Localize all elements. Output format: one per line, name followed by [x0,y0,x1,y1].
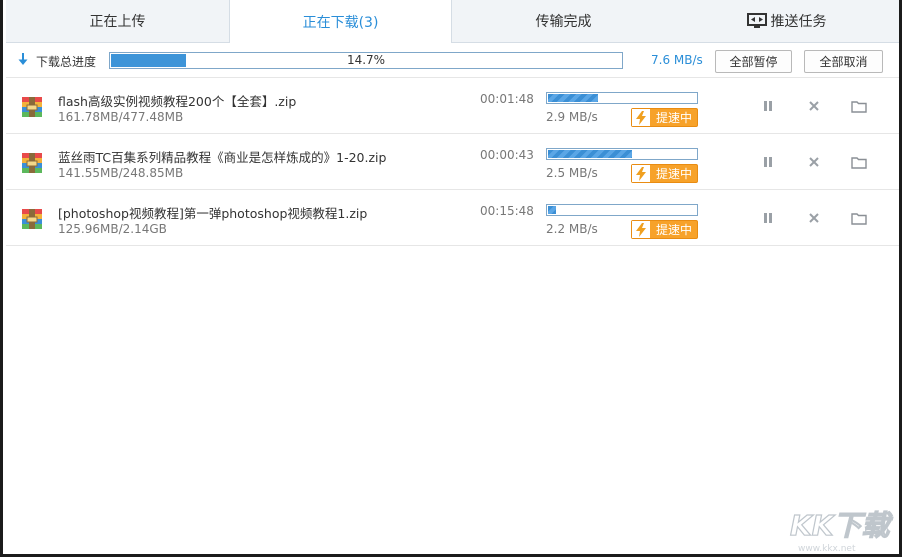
total-speed: 7.6 MB/s [651,53,703,67]
zip-archive-icon [21,96,43,118]
tab-push-tasks[interactable]: 推送任务 [675,0,898,42]
lightning-icon [632,221,650,238]
item-speed: 2.9 MB/s [546,110,598,124]
push-screen-icon [746,13,767,29]
boost-label: 提速中 [656,167,693,181]
total-progress-label: 下载总进度 [36,55,97,69]
folder-icon[interactable] [851,154,867,170]
app-window: 正在上传 正在下载(3) 传输完成 推送任务 下载总进度 14.7% 7.6 M… [0,0,902,557]
folder-icon[interactable] [851,98,867,114]
file-size: 141.55MB/248.85MB [58,166,184,180]
tab-uploading[interactable]: 正在上传 [6,0,229,42]
pause-icon[interactable] [760,98,776,114]
lightning-icon [632,165,650,182]
folder-icon[interactable] [851,210,867,226]
file-size: 161.78MB/477.48MB [58,110,184,124]
item-progress-bar [546,148,698,160]
download-arrow-icon [18,53,28,69]
lightning-icon [632,109,650,126]
boost-label: 提速中 [656,223,693,237]
svg-text:KK下载: KK下载 [790,509,893,542]
zip-archive-icon [21,208,43,230]
boost-badge[interactable]: 提速中 [631,164,698,183]
close-icon[interactable] [806,210,822,226]
file-size: 125.96MB/2.14GB [58,222,167,236]
boost-badge[interactable]: 提速中 [631,108,698,127]
file-name: flash高级实例视频教程200个【全套】.zip [58,94,297,109]
item-progress-fill [548,150,633,158]
file-name: [photoshop视频教程]第一弹photoshop视频教程1.zip [58,206,368,221]
svg-text:www.kkx.net: www.kkx.net [798,544,856,554]
item-progress-bar [546,92,698,104]
remaining-time: 00:15:48 [480,204,534,218]
item-progress-bar [546,204,698,216]
total-progress-bar: 14.7% [109,52,623,69]
file-name: 蓝丝雨TC百集系列精品教程《商业是怎样炼成的》1-20.zip [58,150,387,165]
item-speed: 2.5 MB/s [546,166,598,180]
remaining-time: 00:01:48 [480,92,534,106]
kk-watermark-logo: KK下载 www.kkx.net [788,505,898,555]
pause-icon[interactable] [760,210,776,226]
cancel-all-button[interactable]: 全部取消 [804,50,883,73]
item-progress-fill [548,94,599,102]
zip-archive-icon [21,152,43,174]
tab-completed[interactable]: 传输完成 [452,0,675,42]
total-progress-percent: 14.7% [346,53,386,67]
download-item[interactable]: 蓝丝雨TC百集系列精品教程《商业是怎样炼成的》1-20.zip 141.55MB… [6,134,899,190]
download-item[interactable]: flash高级实例视频教程200个【全套】.zip 161.78MB/477.4… [6,78,899,134]
item-progress-fill [548,206,557,214]
download-item[interactable]: [photoshop视频教程]第一弹photoshop视频教程1.zip 125… [6,190,899,246]
tab-bar: 正在上传 正在下载(3) 传输完成 推送任务 [6,0,899,43]
total-progress-row: 下载总进度 14.7% 7.6 MB/s 全部暂停 全部取消 [6,43,899,78]
pause-all-button[interactable]: 全部暂停 [715,50,792,73]
remaining-time: 00:00:43 [480,148,534,162]
boost-label: 提速中 [656,111,693,125]
close-icon[interactable] [806,98,822,114]
pause-icon[interactable] [760,154,776,170]
tab-downloading[interactable]: 正在下载(3) [229,0,452,43]
item-speed: 2.2 MB/s [546,222,598,236]
close-icon[interactable] [806,154,822,170]
boost-badge[interactable]: 提速中 [631,220,698,239]
